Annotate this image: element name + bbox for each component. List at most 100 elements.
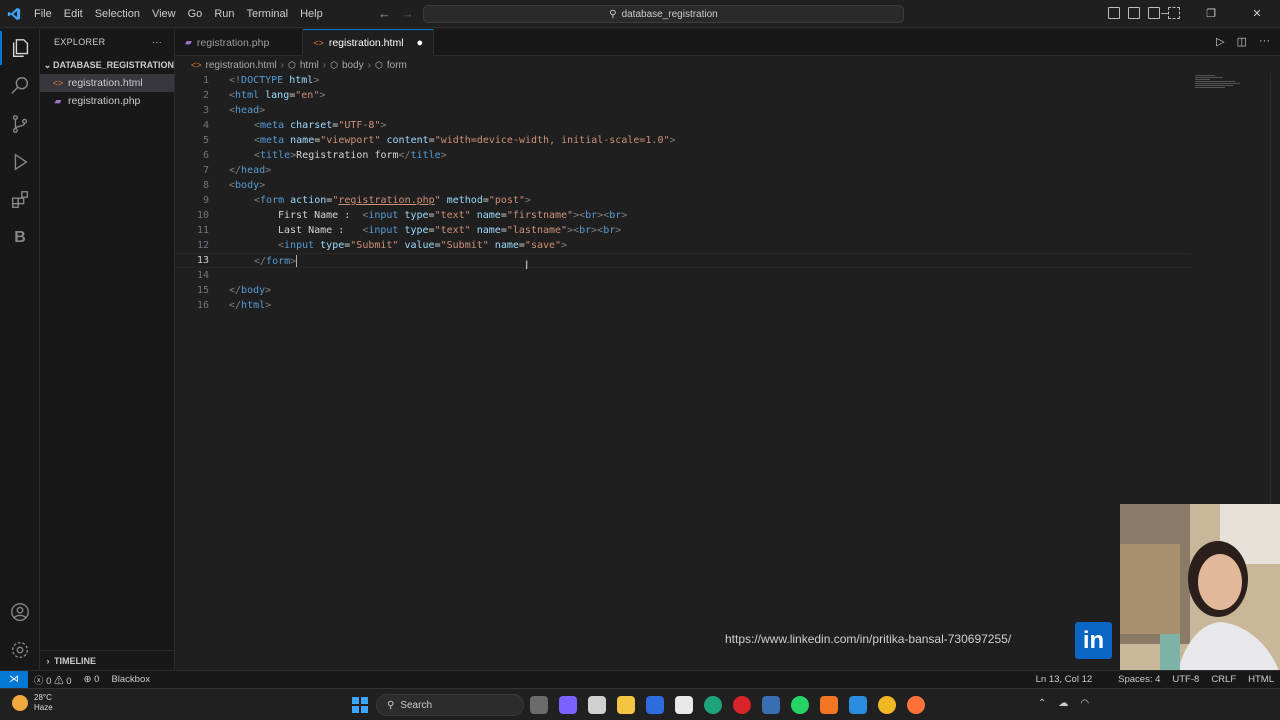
run-debug-icon[interactable] (0, 145, 40, 179)
php-file-icon: ▰ (185, 37, 192, 47)
menu-view[interactable]: View (146, 8, 182, 20)
linkedin-url-overlay: https://www.linkedin.com/in/pritika-bans… (725, 632, 1012, 646)
chrome-icon[interactable] (878, 696, 896, 714)
language-mode[interactable]: HTML (1242, 674, 1280, 685)
split-editor-icon[interactable]: ◫ (1237, 35, 1247, 48)
problems-indicator[interactable]: ⓧ 0 ⚠ 0 (28, 673, 78, 687)
file-explorer-icon[interactable] (617, 696, 635, 714)
code-line: 5 <meta name="viewport" content="width=d… (175, 133, 1190, 148)
warning-icon: ⚠ (54, 675, 64, 687)
blackbox-icon[interactable]: B (0, 221, 40, 255)
line-number: 16 (196, 300, 209, 311)
windows-start-icon[interactable] (352, 697, 368, 713)
breadcrumb-form[interactable]: form (387, 60, 407, 71)
restore-icon[interactable]: ❐ (1188, 0, 1234, 28)
line-number: 14 (196, 270, 209, 281)
breadcrumb-html[interactable]: html (300, 60, 319, 71)
onedrive-icon[interactable]: ☁ (1058, 698, 1068, 709)
vscode-taskbar-icon[interactable] (849, 696, 867, 714)
taskbar-apps (530, 696, 925, 714)
cursor-position[interactable]: Ln 13, Col 12 (1030, 674, 1099, 685)
notepad-icon[interactable] (588, 696, 606, 714)
explorer-title: EXPLORER (54, 37, 106, 47)
tab-registration-php[interactable]: ▰ registration.php (175, 29, 304, 56)
close-icon[interactable]: ✕ (1234, 0, 1280, 28)
code-line: 3 <head> (175, 103, 1190, 118)
chevron-right-icon: › (367, 59, 371, 71)
accounts-icon[interactable] (0, 595, 40, 629)
file-registration-html[interactable]: <> registration.html (40, 74, 174, 92)
task-view-icon[interactable] (530, 696, 548, 714)
status-bar: ⋊ ⓧ 0 ⚠ 0 ⊕ 0 Blackbox Ln 13, Col 12 Spa… (0, 670, 1280, 689)
code-line: 12 <input type="Submit" value="Submit" n… (175, 238, 1190, 253)
source-control-icon[interactable] (0, 107, 40, 141)
command-center[interactable]: ⚲ database_registration (423, 5, 904, 23)
menu-selection[interactable]: Selection (89, 8, 146, 20)
chevron-right-icon: › (46, 655, 50, 666)
search-activity-icon[interactable] (0, 69, 40, 103)
more-actions-icon[interactable]: ··· (1259, 35, 1270, 48)
code-editor[interactable]: 1 <!DOCTYPE html> 2 <html lang="en"> 3 <… (175, 73, 1270, 663)
line-number: 9 (202, 195, 209, 206)
vs-icon[interactable] (762, 696, 780, 714)
code-text: <html lang="en"> (229, 90, 326, 101)
toggle-sidebar-icon[interactable] (1108, 7, 1120, 19)
breadcrumb-file[interactable]: registration.html (206, 60, 277, 71)
mouse-ibeam-icon: I (525, 258, 529, 272)
tab-label: registration.php (196, 36, 270, 49)
menu-go[interactable]: Go (182, 8, 209, 20)
menu-help[interactable]: Help (294, 8, 329, 20)
ports-indicator[interactable]: ⊕ 0 (78, 674, 106, 685)
network-icon[interactable]: ◠ (1080, 698, 1089, 709)
linkedin-logo: in (1075, 622, 1112, 659)
explorer-icon[interactable] (0, 31, 40, 65)
file-name: registration.php (68, 95, 141, 107)
firefox-icon[interactable] (907, 696, 925, 714)
extensions-icon[interactable] (0, 183, 40, 217)
xampp-icon[interactable] (820, 696, 838, 714)
menu-run[interactable]: Run (208, 8, 240, 20)
manage-gear-icon[interactable] (0, 633, 40, 667)
remote-indicator-icon[interactable]: ⋊ (0, 670, 28, 689)
line-number: 3 (202, 105, 209, 116)
code-line: 10 First Name : <input type="text" name=… (175, 208, 1190, 223)
edge-icon[interactable] (704, 696, 722, 714)
code-line: 4 <meta charset="UTF-8"> (175, 118, 1190, 133)
chevron-up-icon[interactable]: ⌃ (1038, 698, 1046, 709)
minimap[interactable] (1195, 75, 1245, 91)
element-icon: ⬡ (330, 59, 338, 70)
whatsapp-icon[interactable] (791, 696, 809, 714)
workspace-folder[interactable]: ⌄ DATABASE_REGISTRATION (40, 56, 174, 74)
line-number: 12 (196, 240, 209, 251)
blackbox-status[interactable]: Blackbox (105, 674, 156, 685)
line-endings[interactable]: CRLF (1205, 674, 1242, 685)
menu-terminal[interactable]: Terminal (241, 8, 295, 20)
ports-count: 0 (94, 674, 100, 685)
indentation[interactable]: Spaces: 4 (1098, 674, 1166, 685)
more-actions-icon[interactable]: ··· (152, 37, 162, 47)
status-bar-right: Ln 13, Col 12 Spaces: 4 UTF-8 CRLF HTML (1030, 674, 1280, 685)
tab-registration-html[interactable]: <> registration.html ● (303, 29, 435, 56)
run-icon[interactable]: ▷ (1216, 35, 1224, 48)
store-icon[interactable] (646, 696, 664, 714)
timeline-section[interactable]: › TIMELINE (40, 650, 175, 670)
menu-file[interactable]: File (28, 8, 58, 20)
weather-widget[interactable]: 28°C Haze (12, 693, 53, 713)
back-arrow-icon[interactable]: ← (378, 6, 391, 21)
menu-edit[interactable]: Edit (58, 8, 89, 20)
app-icon[interactable] (675, 696, 693, 714)
forward-arrow-icon[interactable]: → (401, 6, 414, 21)
breadcrumb-body[interactable]: body (342, 60, 364, 71)
system-tray: ⌃ ☁ ◠ (1038, 698, 1089, 709)
file-registration-php[interactable]: ▰ registration.php (40, 92, 174, 110)
toggle-panel-icon[interactable] (1128, 7, 1140, 19)
taskbar-search[interactable]: ⚲ Search (376, 694, 524, 716)
code-text: </head> (229, 165, 272, 176)
minimize-icon[interactable]: ─ (1142, 0, 1188, 28)
teams-icon[interactable] (559, 696, 577, 714)
opera-icon[interactable] (733, 696, 751, 714)
unsaved-dot-icon[interactable]: ● (417, 37, 424, 49)
code-line: 11 Last Name : <input type="text" name="… (175, 223, 1190, 238)
encoding[interactable]: UTF-8 (1166, 674, 1205, 685)
weather-condition: Haze (34, 703, 53, 712)
